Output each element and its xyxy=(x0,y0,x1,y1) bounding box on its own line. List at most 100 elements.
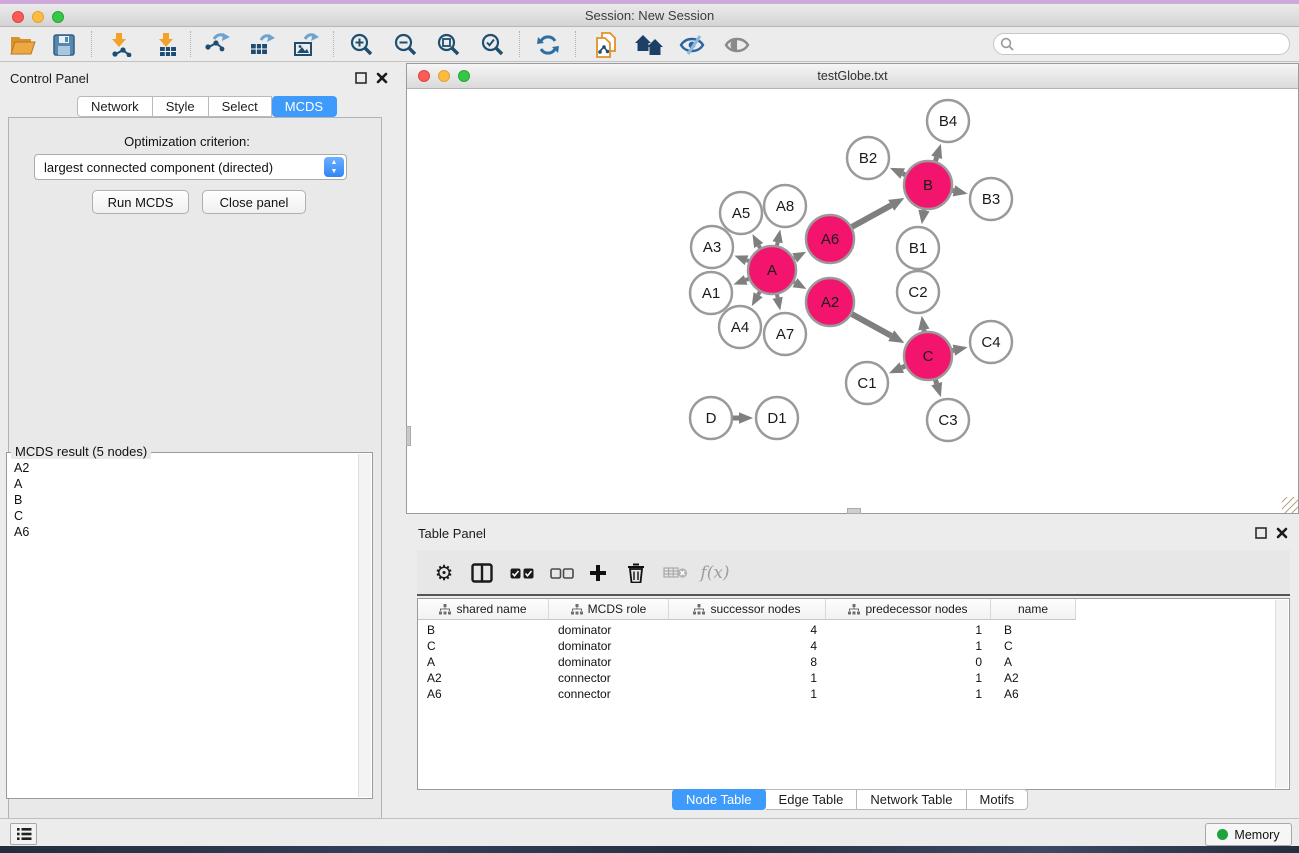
column-header-mcds-role[interactable]: MCDS role xyxy=(549,599,669,620)
graph-edge-D-D1[interactable] xyxy=(733,412,753,423)
graph-node-A4[interactable]: A4 xyxy=(719,306,761,348)
mcds-result-item[interactable]: A6 xyxy=(14,524,357,540)
table-cell[interactable]: connector xyxy=(549,670,669,686)
bottom-resize-grip[interactable] xyxy=(847,508,861,514)
table-cell[interactable]: B xyxy=(991,622,1076,638)
graph-node-B1[interactable]: B1 xyxy=(897,227,939,269)
close-panel-button[interactable]: Close panel xyxy=(202,190,306,214)
table-row[interactable]: Cdominator41C xyxy=(418,638,1275,654)
column-header-successor-nodes[interactable]: successor nodes xyxy=(669,599,826,620)
table-cell[interactable]: A6 xyxy=(991,686,1076,702)
memory-button[interactable]: Memory xyxy=(1205,823,1292,846)
graph-node-C3[interactable]: C3 xyxy=(927,399,969,441)
float-table-panel-icon[interactable] xyxy=(1255,527,1267,539)
graph-node-A6[interactable]: A6 xyxy=(806,215,854,263)
graph-edge-B-B2[interactable] xyxy=(890,168,905,179)
table-cell[interactable]: 1 xyxy=(669,670,826,686)
graph-edge-A-A3[interactable] xyxy=(734,255,748,265)
close-panel-icon[interactable] xyxy=(376,72,388,84)
graph-node-C1[interactable]: C1 xyxy=(846,362,888,404)
table-cell[interactable]: A2 xyxy=(991,670,1076,686)
graph-node-A7[interactable]: A7 xyxy=(764,313,806,355)
graph-node-D1[interactable]: D1 xyxy=(756,397,798,439)
export-image-icon[interactable] xyxy=(288,29,324,60)
mcds-result-item[interactable]: A xyxy=(14,476,357,492)
table-cell[interactable]: 0 xyxy=(826,654,991,670)
select-all-icon[interactable] xyxy=(505,558,539,588)
criterion-select[interactable]: largest connected component (directed) ▲… xyxy=(34,154,347,180)
graph-edge-C-C1[interactable] xyxy=(889,362,905,373)
graph-node-A5[interactable]: A5 xyxy=(720,192,762,234)
graph-edge-A-A4[interactable] xyxy=(752,292,763,306)
table-row[interactable]: A2connector11A2 xyxy=(418,670,1275,686)
save-session-icon[interactable] xyxy=(46,29,82,60)
run-mcds-button[interactable]: Run MCDS xyxy=(92,190,189,214)
table-cell[interactable]: 4 xyxy=(669,638,826,654)
table-cell[interactable]: 1 xyxy=(826,686,991,702)
graph-node-B[interactable]: B xyxy=(904,161,952,209)
mcds-result-item[interactable]: B xyxy=(14,492,357,508)
table-tab-node-table[interactable]: Node Table xyxy=(672,789,766,810)
table-cell[interactable]: 8 xyxy=(669,654,826,670)
export-network-icon[interactable] xyxy=(199,29,235,60)
table-tab-motifs[interactable]: Motifs xyxy=(967,789,1029,810)
zoom-selected-icon[interactable] xyxy=(475,29,511,60)
float-panel-icon[interactable] xyxy=(355,72,367,84)
table-cell[interactable]: A xyxy=(991,654,1076,670)
table-row[interactable]: Bdominator41B xyxy=(418,622,1275,638)
graph-node-A8[interactable]: A8 xyxy=(764,185,806,227)
graph-node-A2[interactable]: A2 xyxy=(806,278,854,326)
add-column-icon[interactable] xyxy=(581,558,615,588)
column-header-name[interactable]: name xyxy=(991,599,1076,620)
table-cell[interactable]: C xyxy=(991,638,1076,654)
tab-network[interactable]: Network xyxy=(77,96,153,117)
close-table-panel-icon[interactable] xyxy=(1276,527,1288,539)
mcds-result-item[interactable]: C xyxy=(14,508,357,524)
graph-node-B2[interactable]: B2 xyxy=(847,137,889,179)
table-row[interactable]: A6connector11A6 xyxy=(418,686,1275,702)
graph-node-B4[interactable]: B4 xyxy=(927,100,969,142)
refresh-layout-icon[interactable] xyxy=(530,29,566,60)
table-cell[interactable]: B xyxy=(418,622,549,638)
table-cell[interactable]: A6 xyxy=(418,686,549,702)
column-header-shared-name[interactable]: shared name xyxy=(418,599,549,620)
column-header-predecessor-nodes[interactable]: predecessor nodes xyxy=(826,599,991,620)
table-cell[interactable]: connector xyxy=(549,686,669,702)
graph-node-A3[interactable]: A3 xyxy=(691,226,733,268)
graph-node-C[interactable]: C xyxy=(904,332,952,380)
tab-mcds[interactable]: MCDS xyxy=(272,96,337,117)
corner-resize-grip[interactable] xyxy=(1282,497,1298,513)
network-canvas[interactable]: B4B2BB3A8A5A6A3B1AA1C2A2A4A7C4CC1DD1C3 xyxy=(407,89,1298,513)
table-cell[interactable]: A2 xyxy=(418,670,549,686)
zoom-out-icon[interactable] xyxy=(388,29,424,60)
table-cell[interactable]: 4 xyxy=(669,622,826,638)
graph-edge-A-A1[interactable] xyxy=(733,275,748,285)
delete-column-icon[interactable] xyxy=(619,558,653,588)
graph-edge-C-C3[interactable] xyxy=(931,380,942,397)
graph-edge-A-A5[interactable] xyxy=(752,234,763,248)
export-table-icon[interactable] xyxy=(244,29,280,60)
search-input[interactable] xyxy=(1014,35,1289,53)
graph-node-D[interactable]: D xyxy=(690,397,732,439)
deselect-all-icon[interactable] xyxy=(545,558,579,588)
tab-style[interactable]: Style xyxy=(153,96,209,117)
import-network-icon[interactable] xyxy=(102,29,138,60)
split-view-icon[interactable] xyxy=(465,558,499,588)
table-cell[interactable]: 1 xyxy=(826,622,991,638)
tab-select[interactable]: Select xyxy=(209,96,272,117)
graph-node-C4[interactable]: C4 xyxy=(970,321,1012,363)
import-table-icon[interactable] xyxy=(149,29,185,60)
graph-edge-B-B3[interactable] xyxy=(952,185,967,196)
table-cell[interactable]: dominator xyxy=(549,638,669,654)
graph-node-A[interactable]: A xyxy=(748,246,796,294)
table-cell[interactable]: A xyxy=(418,654,549,670)
graph-edge-C-C2[interactable] xyxy=(918,316,929,332)
open-file-icon[interactable] xyxy=(5,29,41,60)
mcds-result-item[interactable]: A2 xyxy=(14,460,357,476)
table-tab-network-table[interactable]: Network Table xyxy=(857,789,966,810)
table-cell[interactable]: 1 xyxy=(826,638,991,654)
new-network-icon[interactable] xyxy=(588,29,624,60)
mcds-result-scrollbar[interactable] xyxy=(358,454,371,797)
gear-icon[interactable]: ⚙ xyxy=(427,558,461,588)
table-scrollbar[interactable] xyxy=(1275,600,1288,788)
